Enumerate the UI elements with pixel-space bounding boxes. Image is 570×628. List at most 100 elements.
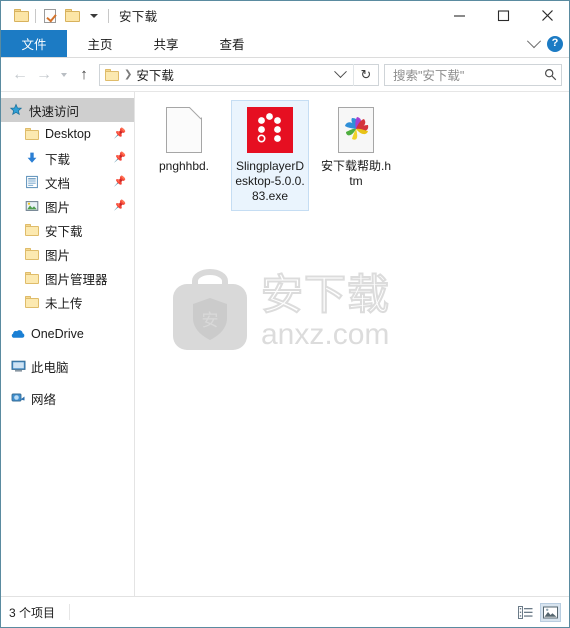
tab-file[interactable]: 文件 — [1, 30, 67, 57]
folder-button[interactable] — [61, 5, 83, 27]
tab-file-label: 文件 — [21, 38, 47, 52]
sidebar-item-label: 此电脑 — [31, 360, 69, 375]
sidebar-item-desktop[interactable]: Desktop 📌 — [1, 122, 134, 146]
file-grid: pnghhbd. SlingplayerDesktop-5.0.0.83.exe… — [135, 92, 569, 211]
sidebar-item-label: 图片 — [45, 248, 71, 263]
sidebar-item-label: 快速访问 — [29, 104, 80, 119]
new-folder-button[interactable] — [10, 5, 32, 27]
title-bar: 安下载 — [1, 1, 569, 30]
tab-home-label: 主页 — [87, 38, 113, 52]
file-name-label: 安下载帮助.htm — [320, 159, 391, 188]
tab-home[interactable]: 主页 — [67, 30, 133, 57]
sidebar-item-anxiazai[interactable]: 安下载 — [1, 218, 134, 242]
sidebar-item-label: 图片管理器 — [45, 272, 108, 287]
blank-document-icon — [166, 105, 202, 155]
maximize-icon — [497, 10, 509, 22]
folder-icon — [23, 128, 41, 140]
site-watermark: 安 安下载 anxz.com — [165, 262, 425, 362]
file-name-label: SlingplayerDesktop-5.0.0.83.exe — [235, 159, 305, 203]
onedrive-cloud-icon — [9, 327, 27, 341]
forward-arrow-icon: → — [36, 65, 52, 83]
status-bar: 3 个项目 — [1, 596, 569, 627]
search-input[interactable]: 搜索"安下载" — [385, 65, 539, 84]
caret-down-icon — [90, 13, 98, 18]
refresh-button[interactable]: ↻ — [353, 63, 378, 86]
network-icon — [9, 391, 27, 405]
sidebar-item-documents[interactable]: 文档 📌 — [1, 170, 134, 194]
close-icon — [541, 10, 553, 21]
sidebar-item-label: 网络 — [31, 392, 57, 407]
sidebar-item-downloads[interactable]: 下载 📌 — [1, 146, 134, 170]
maximize-button[interactable] — [481, 1, 525, 30]
qat-divider-1 — [35, 8, 36, 23]
file-list-pane[interactable]: pnghhbd. SlingplayerDesktop-5.0.0.83.exe… — [135, 92, 569, 596]
qat-divider-2 — [108, 8, 109, 23]
sidebar-item-onedrive[interactable]: OneDrive — [1, 322, 134, 346]
back-button[interactable]: ← — [8, 63, 32, 87]
pictures-icon — [23, 199, 41, 213]
sidebar-item-picture-manager[interactable]: 图片管理器 — [1, 266, 134, 290]
search-icon — [539, 68, 561, 81]
folder-icon — [23, 224, 41, 236]
watermark-badge-text: 安 — [202, 311, 219, 330]
folder-icon — [64, 9, 80, 22]
forward-button[interactable]: → — [32, 63, 56, 87]
sidebar-item-quick-access[interactable]: 快速访问 — [1, 98, 134, 122]
ribbon-tab-bar: 文件 主页 共享 查看 ? — [1, 30, 569, 58]
sidebar-item-not-uploaded[interactable]: 未上传 — [1, 290, 134, 314]
file-item-pnghhbd[interactable]: pnghhbd. — [145, 100, 223, 211]
breadcrumb-current[interactable]: 安下载 — [136, 65, 174, 84]
sidebar-item-label: OneDrive — [31, 327, 84, 341]
folder-icon — [105, 68, 119, 81]
details-view-button[interactable] — [515, 603, 536, 622]
folder-icon — [23, 248, 41, 260]
sidebar-item-network[interactable]: 网络 — [1, 386, 134, 410]
customize-qat-button[interactable] — [83, 5, 105, 27]
ribbon-right-controls: ? — [526, 30, 563, 57]
large-icons-view-button[interactable] — [540, 602, 561, 622]
back-arrow-icon: ← — [12, 65, 28, 83]
sidebar-item-label: 未上传 — [45, 296, 83, 311]
window-title: 安下载 — [119, 10, 158, 24]
pin-icon[interactable]: 📌 — [114, 129, 126, 140]
status-divider — [69, 604, 71, 620]
chevron-down-icon[interactable] — [526, 33, 542, 48]
pinwheel-icon — [345, 117, 369, 140]
tab-share-label: 共享 — [153, 38, 179, 52]
search-box[interactable]: 搜索"安下载" — [384, 63, 562, 86]
pin-icon[interactable]: 📌 — [114, 153, 126, 164]
file-item-slingplayer[interactable]: SlingplayerDesktop-5.0.0.83.exe — [231, 100, 309, 211]
details-view-icon — [518, 605, 533, 619]
tab-share[interactable]: 共享 — [133, 30, 199, 57]
minimize-button[interactable] — [437, 1, 481, 30]
address-dropdown-icon[interactable] — [334, 65, 347, 79]
star-pin-icon — [7, 103, 25, 117]
folder-icon — [23, 296, 41, 308]
large-icons-view-icon — [543, 606, 558, 618]
watermark-site-text: anxz.com — [261, 318, 390, 351]
sidebar-item-label: 下载 — [45, 152, 71, 167]
up-button[interactable]: ↑ — [72, 63, 96, 87]
address-bar[interactable]: ❯ 安下载 ↻ — [99, 63, 379, 86]
sidebar-item-pictures[interactable]: 图片 📌 — [1, 194, 134, 218]
sidebar-item-pictures-folder[interactable]: 图片 — [1, 242, 134, 266]
breadcrumb-separator: ❯ — [124, 69, 133, 80]
properties-button[interactable] — [39, 5, 61, 27]
recent-locations-button[interactable] — [56, 63, 72, 87]
tab-view[interactable]: 查看 — [199, 30, 265, 57]
file-item-help-htm[interactable]: 安下载帮助.htm — [317, 100, 395, 211]
pin-icon[interactable]: 📌 — [114, 201, 126, 212]
item-count-label: 3 个项目 — [9, 605, 56, 620]
sidebar-item-this-pc[interactable]: 此电脑 — [1, 354, 134, 378]
slingplayer-app-icon — [247, 105, 293, 155]
file-name-label: pnghhbd. — [158, 159, 210, 173]
view-toggle-group — [515, 602, 561, 622]
help-icon[interactable]: ? — [547, 35, 563, 52]
close-button[interactable] — [525, 1, 569, 30]
sidebar-item-label: 图片 — [45, 200, 71, 215]
watermark-outline-text: 安下载 — [260, 271, 391, 318]
folder-icon — [23, 272, 41, 284]
sidebar-item-label: 安下载 — [45, 224, 83, 239]
pin-icon[interactable]: 📌 — [114, 177, 126, 188]
minimize-icon — [453, 15, 465, 17]
